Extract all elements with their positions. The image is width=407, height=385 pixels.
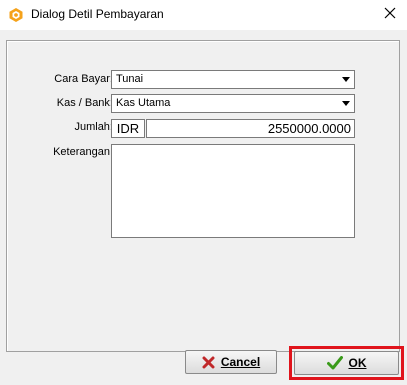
dialog-window: Dialog Detil Pembayaran Cara Bayar: Tuna… [0, 0, 407, 385]
payment-method-select[interactable]: Tunai [111, 70, 355, 89]
ok-button-label: OK [348, 356, 367, 370]
checkmark-icon [326, 356, 343, 370]
dropdown-arrow-icon [342, 101, 350, 106]
title-bar: Dialog Detil Pembayaran [0, 0, 407, 30]
cash-bank-label: Kas / Bank: [56, 97, 113, 109]
payment-method-label: Cara Bayar: [54, 73, 113, 85]
app-logo-icon [8, 7, 24, 23]
close-button[interactable] [373, 0, 407, 28]
form-panel: Cara Bayar: Tunai Kas / Bank: Kas Utama … [6, 40, 400, 352]
cash-bank-value: Kas Utama [116, 97, 171, 109]
window-title: Dialog Detil Pembayaran [31, 7, 164, 21]
ok-button[interactable]: OK [294, 351, 399, 375]
amount-row: IDR 2550000.0000 [111, 119, 355, 138]
cancel-button[interactable]: Cancel [185, 350, 277, 374]
cancel-x-icon [202, 356, 215, 369]
payment-method-value: Tunai [116, 73, 144, 85]
cancel-button-label: Cancel [220, 355, 261, 369]
currency-code: IDR [111, 119, 145, 138]
notes-label: Keterangan: [53, 146, 113, 158]
amount-label: Jumlah: [74, 121, 113, 133]
cash-bank-select[interactable]: Kas Utama [111, 94, 355, 113]
close-icon [384, 7, 396, 22]
amount-input[interactable]: 2550000.0000 [146, 119, 355, 138]
dialog-body: Cara Bayar: Tunai Kas / Bank: Kas Utama … [0, 30, 407, 385]
notes-textarea[interactable] [111, 144, 355, 238]
dropdown-arrow-icon [342, 77, 350, 82]
